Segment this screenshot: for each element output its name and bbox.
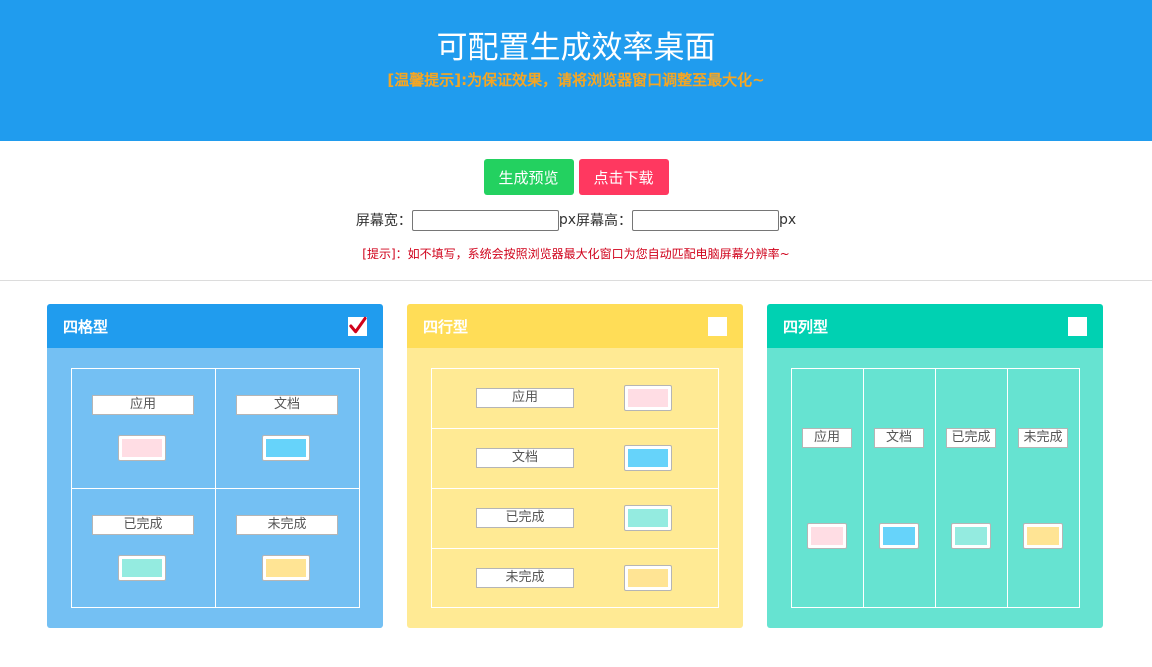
column-cell-done: 已完成 [935, 368, 1008, 608]
label-todo: 未完成 [476, 568, 574, 588]
label-todo: 未完成 [1018, 428, 1068, 448]
layout-checkbox-four-columns[interactable] [1068, 316, 1087, 336]
swatch-done [624, 505, 672, 531]
grid-cell-todo: 未完成 [215, 488, 360, 608]
swatch-todo [624, 565, 672, 591]
row-cell-todo: 未完成 [431, 548, 719, 608]
label-doc: 文档 [874, 428, 924, 448]
swatch-done [951, 523, 991, 549]
swatch-todo [1023, 523, 1063, 549]
column-cell-app: 应用 [791, 368, 864, 608]
label-doc: 文档 [476, 448, 574, 468]
screen-width-input[interactable] [411, 209, 559, 231]
column-cell-doc: 文档 [863, 368, 936, 608]
label-app: 应用 [802, 428, 852, 448]
download-button[interactable]: 点击下载 [578, 159, 669, 195]
label-done: 已完成 [946, 428, 996, 448]
screen-height-input[interactable] [632, 209, 779, 231]
label-app: 应用 [476, 388, 574, 408]
card-header: 四格型 [47, 304, 383, 348]
row-cell-app: 应用 [431, 368, 719, 429]
swatch-todo [262, 555, 310, 581]
label-app: 应用 [92, 395, 194, 415]
layout-checkbox-four-grid[interactable] [348, 316, 367, 336]
swatch-done [118, 555, 166, 581]
card-preview: 应用 文档 已完成 未完成 [767, 348, 1103, 628]
column-cell-todo: 未完成 [1007, 368, 1080, 608]
layout-checkbox-four-rows[interactable] [708, 316, 727, 336]
grid-cell-app: 应用 [71, 368, 216, 489]
layout-card-four-columns[interactable]: 四列型 应用 文档 已完成 未完成 [767, 304, 1103, 628]
checkmark-icon [349, 316, 367, 334]
swatch-doc [624, 445, 672, 471]
swatch-doc [879, 523, 919, 549]
generate-preview-button[interactable]: 生成预览 [483, 159, 574, 195]
label-doc: 文档 [236, 395, 338, 415]
swatch-app [624, 385, 672, 411]
row-cell-done: 已完成 [431, 488, 719, 549]
page-title: 可配置生成效率桌面 [436, 30, 716, 66]
swatch-doc [262, 435, 310, 461]
grid-cell-done: 已完成 [71, 488, 216, 608]
card-header: 四行型 [407, 304, 743, 348]
card-preview: 应用 文档 已完成 未完成 [47, 348, 383, 628]
label-todo: 未完成 [236, 515, 338, 535]
header-tip: [温馨提示]:为保证效果，请将浏览器窗口调整至最大化~ [387, 71, 765, 89]
controls-panel: 生成预览 点击下载 屏幕宽： px 屏幕高： px [提示]：如不填写，系统会按… [0, 141, 1152, 281]
width-unit: px [558, 212, 576, 228]
card-preview: 应用 文档 已完成 未完成 [407, 348, 743, 628]
card-title: 四列型 [783, 317, 829, 336]
card-title: 四行型 [423, 317, 469, 336]
height-unit: px [779, 212, 797, 228]
resolution-hint: [提示]：如不填写，系统会按照浏览器最大化窗口为您自动匹配电脑屏幕分辨率~ [362, 247, 790, 261]
label-done: 已完成 [476, 508, 574, 528]
screen-height-label: 屏幕高： [576, 213, 632, 229]
screen-width-label: 屏幕宽： [355, 213, 412, 229]
card-header: 四列型 [767, 304, 1103, 348]
row-cell-doc: 文档 [431, 428, 719, 489]
layout-card-four-grid[interactable]: 四格型 应用 文档 已完成 未完成 [47, 304, 383, 628]
grid-cell-doc: 文档 [215, 368, 360, 489]
layout-card-four-rows[interactable]: 四行型 应用 文档 已完成 未完成 [407, 304, 743, 628]
layout-options: 四格型 应用 文档 已完成 未完成 四行型 应用 文档 已完成 未完成 四列型 … [0, 281, 1152, 667]
card-title: 四格型 [63, 317, 109, 336]
button-row: 生成预览 点击下载 [0, 159, 1152, 195]
swatch-app [118, 435, 166, 461]
screen-size-row: 屏幕宽： px 屏幕高： px [0, 209, 1152, 231]
label-done: 已完成 [92, 515, 194, 535]
page-header: 可配置生成效率桌面 [温馨提示]:为保证效果，请将浏览器窗口调整至最大化~ [0, 0, 1152, 141]
swatch-app [807, 523, 847, 549]
